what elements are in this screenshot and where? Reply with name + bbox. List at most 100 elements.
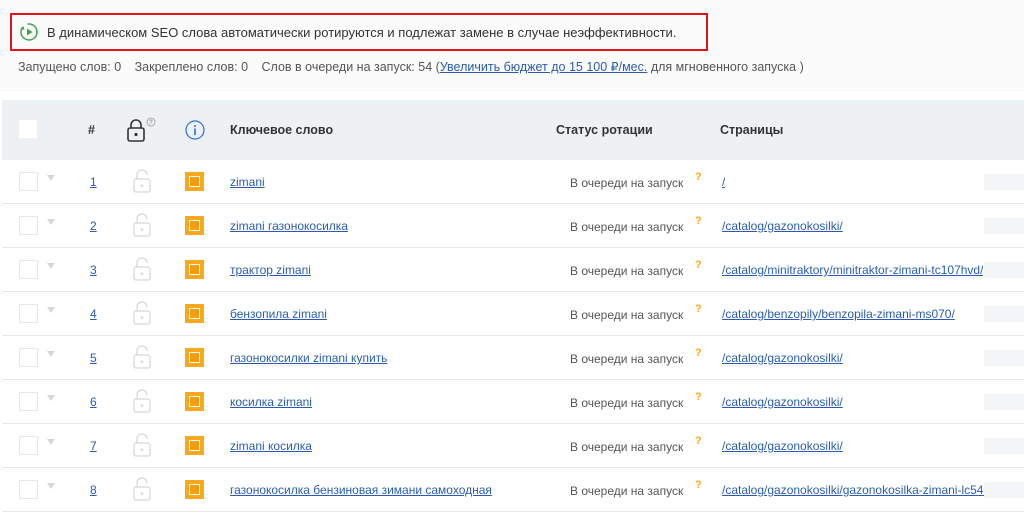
page-link[interactable]: /catalog/minitraktory/minitraktor-zimani… (722, 263, 983, 277)
row-number-link[interactable]: 2 (90, 219, 97, 233)
status-help-icon[interactable]: ? (695, 435, 702, 447)
keyword-link[interactable]: трактор zimani (230, 263, 311, 277)
row-fade (984, 350, 1024, 366)
row-number-link[interactable]: 7 (90, 439, 97, 453)
chevron-down-icon[interactable] (47, 263, 55, 269)
table-row: 6 косилка zimani В очереди на запуск ? /… (2, 380, 1024, 424)
header-status[interactable]: Статус ротации (556, 123, 653, 137)
page-link[interactable]: /catalog/gazonokosilki/ (722, 351, 843, 365)
status-help-icon[interactable]: ? (695, 347, 702, 359)
pinned-value: 0 (241, 60, 249, 74)
row-fade (984, 482, 1024, 498)
page-link[interactable]: /catalog/gazonokosilki/gazonokosilka-zim… (722, 483, 996, 497)
rotation-status: В очереди на запуск (570, 396, 684, 410)
keyword-link[interactable]: zimani косилка (230, 439, 312, 453)
status-help-icon[interactable]: ? (695, 259, 702, 271)
table-row: 7 zimani косилка В очереди на запуск ? /… (2, 424, 1024, 468)
keyword-link[interactable]: zimani (230, 175, 265, 189)
row-checkbox[interactable] (19, 436, 38, 455)
notice-text: В динамическом SEO слова автоматически р… (47, 24, 677, 40)
status-flag-icon (185, 216, 204, 235)
rotation-icon (20, 23, 38, 41)
chevron-down-icon[interactable] (47, 307, 55, 313)
keyword-link[interactable]: zimani газонокосилка (230, 219, 348, 233)
status-help-icon[interactable]: ? (695, 215, 702, 227)
page-link[interactable]: /catalog/benzopily/benzopila-zimani-ms07… (722, 307, 955, 321)
info-icon[interactable] (185, 120, 205, 140)
keyword-link[interactable]: бензопила zimani (230, 307, 327, 321)
row-checkbox[interactable] (19, 304, 38, 323)
keyword-link[interactable]: газонокосилки zimani купить (230, 351, 387, 365)
unlocked-lock-icon[interactable] (132, 300, 152, 326)
queue-value: 54 (418, 60, 433, 74)
table-row: 2 zimani газонокосилка В очереди на запу… (2, 204, 1024, 248)
status-flag-icon (185, 172, 204, 191)
budget-suffix: для мгновенного запуска ) (650, 60, 804, 74)
row-fade (984, 218, 1024, 234)
row-checkbox[interactable] (19, 392, 38, 411)
unlocked-lock-icon[interactable] (132, 256, 152, 282)
page-link[interactable]: /catalog/gazonokosilki/ (722, 439, 843, 453)
rotation-status: В очереди на запуск (570, 264, 684, 278)
row-fade (984, 438, 1024, 454)
page-link[interactable]: /catalog/gazonokosilki/ (722, 219, 843, 233)
launched-label: Запущено слов: (18, 60, 111, 74)
unlocked-lock-icon[interactable] (132, 476, 152, 502)
chevron-down-icon[interactable] (47, 395, 55, 401)
row-fade (984, 394, 1024, 410)
row-checkbox[interactable] (19, 216, 38, 235)
row-number-link[interactable]: 3 (90, 263, 97, 277)
seo-notice-banner: В динамическом SEO слова автоматически р… (10, 13, 708, 51)
unlocked-lock-icon[interactable] (132, 432, 152, 458)
rotation-status: В очереди на запуск (570, 308, 684, 322)
row-checkbox[interactable] (19, 260, 38, 279)
status-help-icon[interactable]: ? (695, 303, 702, 315)
row-checkbox[interactable] (19, 480, 38, 499)
chevron-down-icon[interactable] (47, 175, 55, 181)
chevron-down-icon[interactable] (47, 351, 55, 357)
status-help-icon[interactable]: ? (695, 171, 702, 183)
select-all-checkbox[interactable] (19, 120, 37, 138)
table-header: # ? Ключевое слово Статус ротации Страни… (2, 100, 1024, 160)
increase-budget-link[interactable]: Увеличить бюджет до 15 100 ₽/мес. (440, 60, 648, 74)
keyword-link[interactable]: газонокосилка бензиновая зимани самоходн… (230, 483, 492, 497)
row-checkbox[interactable] (19, 348, 38, 367)
row-fade (984, 174, 1024, 190)
chevron-down-icon[interactable] (47, 439, 55, 445)
rotation-status: В очереди на запуск (570, 176, 684, 190)
page-link[interactable]: / (722, 175, 725, 189)
row-number-link[interactable]: 6 (90, 395, 97, 409)
header-keyword[interactable]: Ключевое слово (230, 123, 333, 137)
status-help-icon[interactable]: ? (695, 391, 702, 403)
table-row: 3 трактор zimani В очереди на запуск ? /… (2, 248, 1024, 292)
row-number-link[interactable]: 4 (90, 307, 97, 321)
row-number-link[interactable]: 1 (90, 175, 97, 189)
status-flag-icon (185, 480, 204, 499)
unlocked-lock-icon[interactable] (132, 168, 152, 194)
table-row: 1 zimani В очереди на запуск ? / (2, 160, 1024, 204)
unlocked-lock-icon[interactable] (132, 212, 152, 238)
lock-help-icon[interactable]: ? (126, 117, 156, 143)
unlocked-lock-icon[interactable] (132, 388, 152, 414)
header-number: # (88, 123, 95, 137)
page-link[interactable]: /catalog/gazonokosilki/ (722, 395, 843, 409)
keyword-link[interactable]: косилка zimani (230, 395, 312, 409)
row-number-link[interactable]: 5 (90, 351, 97, 365)
row-fade (984, 262, 1024, 278)
row-number-link[interactable]: 8 (90, 483, 97, 497)
table-row: 5 газонокосилки zimani купить В очереди … (2, 336, 1024, 380)
rotation-status: В очереди на запуск (570, 484, 684, 498)
status-flag-icon (185, 304, 204, 323)
keywords-table: # ? Ключевое слово Статус ротации Страни… (2, 100, 1024, 512)
stats-line: Запущено слов: 0 Закреплено слов: 0 Слов… (18, 59, 804, 74)
row-fade (984, 306, 1024, 322)
chevron-down-icon[interactable] (47, 483, 55, 489)
rotation-status: В очереди на запуск (570, 352, 684, 366)
table-body: 1 zimani В очереди на запуск ? / 2 ziman… (2, 160, 1024, 512)
header-pages[interactable]: Страницы (720, 123, 783, 137)
chevron-down-icon[interactable] (47, 219, 55, 225)
row-checkbox[interactable] (19, 172, 38, 191)
unlocked-lock-icon[interactable] (132, 344, 152, 370)
launched-value: 0 (114, 60, 122, 74)
status-help-icon[interactable]: ? (695, 479, 702, 491)
